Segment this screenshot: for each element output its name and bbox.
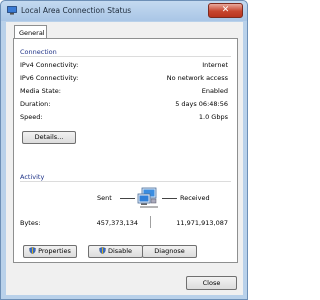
bytes-divider [150, 216, 151, 228]
close-button[interactable]: Close [186, 276, 237, 290]
duration-value: 5 days 06:48:56 [175, 100, 228, 108]
details-button[interactable]: Details... [22, 131, 76, 144]
connection-divider [20, 56, 231, 57]
details-button-label: Details... [34, 133, 64, 141]
bytes-label: Bytes: [20, 219, 41, 227]
bytes-sent-value: 457,373,134 [96, 219, 138, 227]
diagnose-button[interactable]: Diagnose [142, 245, 197, 258]
disable-button[interactable]: Disable [88, 245, 143, 258]
bytes-received-value: 11,971,913,087 [176, 219, 228, 227]
received-label: Received [180, 194, 210, 202]
media-state-label: Media State: [20, 87, 61, 95]
tab-general[interactable]: General [14, 25, 47, 39]
media-state-value: Enabled [201, 87, 228, 95]
dialog-window: Local Area Connection Status ✕ General C… [0, 0, 248, 300]
sent-label: Sent [97, 194, 112, 202]
sent-dash [120, 198, 135, 199]
shield-icon [99, 247, 106, 254]
title-close-button[interactable]: ✕ [208, 3, 243, 18]
received-dash [162, 198, 177, 199]
general-tab-page: Connection IPv4 Connectivity: Internet I… [13, 38, 238, 263]
window-title: Local Area Connection Status [21, 6, 132, 15]
connection-heading: Connection [20, 48, 57, 56]
ipv4-value: Internet [202, 61, 228, 69]
network-status-icon [7, 6, 17, 15]
activity-divider [20, 181, 231, 182]
ipv4-label: IPv4 Connectivity: [20, 61, 79, 69]
shield-icon [29, 247, 36, 254]
activity-heading: Activity [20, 173, 45, 181]
disable-button-label: Disable [107, 247, 133, 255]
properties-button[interactable]: Properties [23, 245, 77, 258]
title-bar[interactable]: Local Area Connection Status ✕ [1, 1, 247, 21]
ipv6-value: No network access [166, 74, 228, 82]
speed-label: Speed: [20, 113, 43, 121]
network-computers-icon [137, 187, 158, 208]
speed-value: 1.0 Gbps [198, 113, 228, 121]
properties-button-label: Properties [38, 247, 71, 255]
ipv6-label: IPv6 Connectivity: [20, 74, 79, 82]
close-button-label: Close [202, 279, 221, 287]
duration-label: Duration: [20, 100, 51, 108]
diagnose-button-label: Diagnose [154, 247, 185, 255]
dialog-client-area: General Connection IPv4 Connectivity: In… [6, 22, 243, 295]
